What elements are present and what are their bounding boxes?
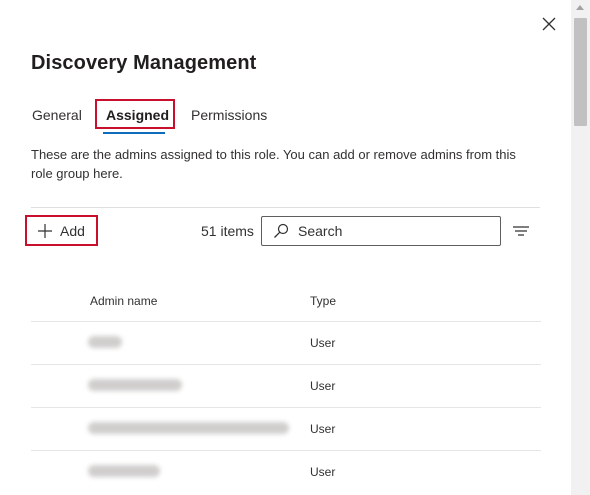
admin-name-redacted <box>88 379 182 391</box>
search-icon <box>274 223 289 238</box>
scroll-up-arrow-icon[interactable] <box>576 5 584 10</box>
close-icon <box>542 17 556 31</box>
admin-type: User <box>310 336 336 350</box>
tab-permissions[interactable]: Permissions <box>191 107 267 123</box>
table-row[interactable]: User <box>31 364 541 407</box>
scrollbar-thumb[interactable] <box>574 18 587 126</box>
search-box[interactable] <box>261 216 501 246</box>
page-title: Discovery Management <box>31 52 257 74</box>
table-row[interactable]: User <box>31 321 541 364</box>
tab-general[interactable]: General <box>32 107 82 123</box>
item-count: 51 items <box>201 223 254 239</box>
filter-button[interactable] <box>511 221 531 241</box>
filter-icon <box>513 226 529 236</box>
add-button-label: Add <box>60 222 85 239</box>
discovery-management-panel: Discovery Management General Assigned Pe… <box>0 0 590 495</box>
table-row[interactable]: User <box>31 407 541 450</box>
divider <box>31 207 540 208</box>
scrollbar[interactable] <box>571 0 590 495</box>
table-row[interactable]: User <box>31 450 541 493</box>
admin-type: User <box>310 379 336 393</box>
close-button[interactable] <box>538 13 560 35</box>
add-button[interactable]: Add <box>25 215 98 246</box>
admin-type: User <box>310 422 336 436</box>
admin-type: User <box>310 465 336 479</box>
admin-name-redacted <box>88 336 122 348</box>
plus-icon <box>38 223 52 238</box>
search-input[interactable] <box>298 223 488 239</box>
column-header-admin-name[interactable]: Admin name <box>90 294 157 308</box>
tab-selected-underline <box>103 132 165 134</box>
tab-assigned[interactable]: Assigned <box>106 107 169 123</box>
admin-name-redacted <box>88 422 289 434</box>
column-header-type[interactable]: Type <box>310 294 336 308</box>
role-description: These are the admins assigned to this ro… <box>31 147 516 181</box>
admin-name-redacted <box>88 465 160 477</box>
